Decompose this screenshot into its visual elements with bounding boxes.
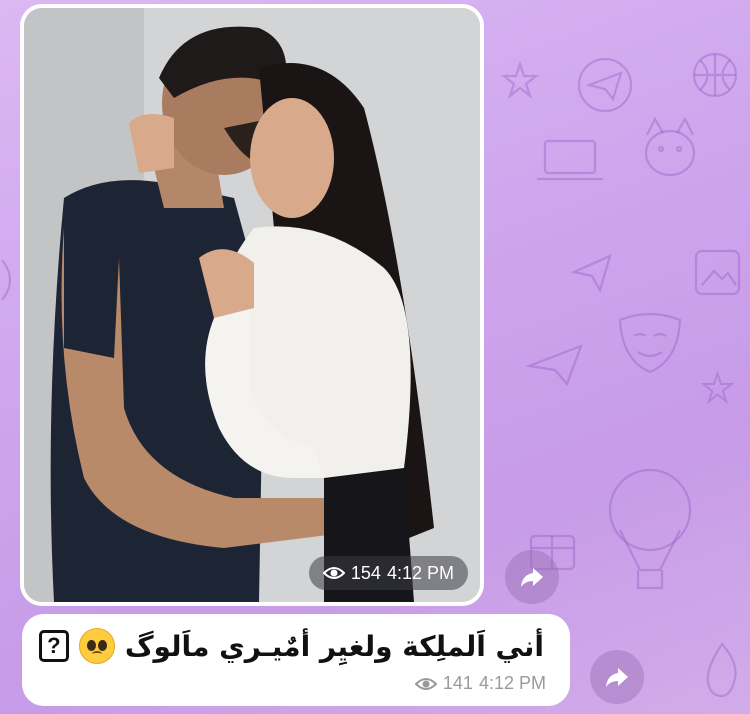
star-doodle-icon-2 [700,370,735,405]
text-message-bubble[interactable]: ? أني اَلملِكة ولغيِر أمٌيـري ماَلوگ 141… [22,614,570,706]
dog-doodle-icon [644,116,696,177]
unknown-glyph: ? [47,633,61,658]
flame-doodle-icon [706,642,737,698]
picture-doodle-icon [694,249,741,296]
message-text: أني اَلملِكة ولغيِر أمٌيـري ماَلوگ [124,629,544,663]
basketball-doodle-icon [692,52,738,98]
eye-icon [322,567,345,579]
text-message-meta: 141 4:12 PM [414,673,546,694]
balloon-doodle-icon [608,468,692,590]
text-timestamp: 4:12 PM [478,673,546,693]
plane-doodle-icon [570,254,612,293]
forward-photo-button[interactable] [505,550,559,604]
plane-doodle-icon-2 [525,344,583,387]
edge-doodle-icon [1,259,12,301]
photo-couple-image [24,8,480,602]
forward-arrow-icon [521,568,543,587]
star-doodle-icon [500,60,540,100]
photo-timestamp: 4:12 PM [386,562,454,583]
forward-text-button[interactable] [590,650,644,704]
paper-plane-doodle-icon [577,57,633,113]
mask-doodle-icon [618,312,682,374]
eye-icon [414,677,437,690]
pleading-face-icon [78,628,115,664]
text-view-count: 141 [442,673,473,693]
laptop-doodle-icon [537,139,603,181]
unknown-glyph-box: ? [38,630,69,662]
photo-view-count: 154 [350,562,381,583]
photo-meta-pill: 154 4:12 PM [308,556,468,590]
message-content-row: ? أني اَلملِكة ولغيِر أمٌيـري ماَلوگ [38,628,544,664]
message-photo[interactable]: 154 4:12 PM [24,8,480,602]
forward-arrow-icon [606,668,628,687]
photo-message-bubble[interactable]: 154 4:12 PM [20,4,484,606]
